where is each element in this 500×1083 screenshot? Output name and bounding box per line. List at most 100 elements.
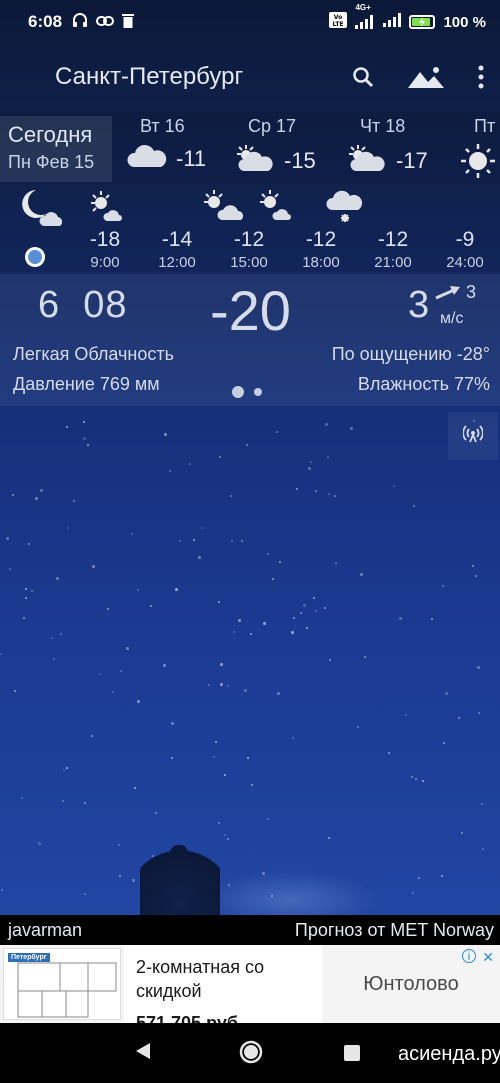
ad-info-icon[interactable]: i [462, 949, 476, 963]
star [87, 444, 89, 446]
sun-icon [460, 143, 496, 182]
daily-forecast[interactable]: Сегодня Пн Фев 15 Вт 16 -11 Ср 17 -15 Чт… [0, 112, 500, 184]
star [215, 741, 217, 743]
ad-title: 2-комнатная со скидкой [136, 957, 265, 1001]
star [198, 556, 201, 559]
star [14, 690, 16, 692]
hour-temp: -12 [233, 228, 265, 251]
star [230, 495, 232, 497]
page-indicator[interactable] [232, 386, 262, 398]
hour-time: 21:00 [374, 254, 412, 271]
star [291, 631, 294, 634]
current-conditions[interactable]: 6 08 -20 3 3 м/с Легкая Облачность По ощ… [0, 274, 500, 406]
star [53, 658, 55, 660]
hour-9: -18 9:00 [70, 184, 140, 271]
sun-cloud-icon [234, 143, 276, 178]
star [213, 756, 215, 758]
star [62, 800, 64, 802]
hour-time: 18:00 [302, 254, 340, 271]
ad-text[interactable]: 2-комнатная со скидкой 571 705 руб [124, 945, 322, 1023]
star [63, 769, 65, 771]
star [23, 617, 25, 619]
star [442, 585, 444, 587]
star [335, 562, 337, 564]
star [131, 533, 133, 535]
wind-unit: м/с [440, 310, 464, 327]
wind-direction-icon [434, 284, 462, 307]
star [137, 700, 140, 703]
ad-close-icon[interactable]: ✕ [482, 949, 494, 966]
star [303, 604, 306, 607]
current-temperature: -20 [210, 279, 291, 342]
star [92, 565, 95, 568]
star [99, 673, 101, 675]
hour-21: -12 21:00 [358, 184, 428, 271]
ad-banner[interactable]: Петербург 2-комнатная со скидкой 571 705… [0, 945, 500, 1023]
broadcast-icon [462, 424, 484, 448]
hour-24: -9 24:00 [430, 184, 500, 271]
floorplan-image[interactable]: Петербург [3, 948, 121, 1020]
day-wed[interactable]: Ср 17 -15 [234, 116, 316, 182]
star [73, 500, 75, 502]
day-thu[interactable]: Чт 18 -17 [346, 116, 428, 182]
back-icon[interactable] [134, 1041, 152, 1066]
star [360, 573, 363, 576]
search-icon[interactable] [352, 66, 374, 88]
star [313, 597, 315, 599]
ad-price: 571 705 руб [136, 1013, 238, 1023]
day-today[interactable]: Сегодня Пн Фев 15 [0, 116, 112, 182]
city-title[interactable]: Санкт-Петербург [55, 63, 243, 91]
star [35, 497, 38, 500]
page-dot-active [232, 386, 244, 398]
star [292, 737, 294, 739]
star [300, 612, 302, 614]
star [328, 493, 330, 495]
svg-text:LTE: LTE [333, 21, 344, 28]
star [189, 463, 191, 465]
today-label: Сегодня [8, 122, 93, 147]
moon-cloud-icon [14, 188, 63, 233]
forecast-source[interactable]: Прогноз от MET Norway [295, 920, 494, 941]
star [310, 461, 312, 463]
star [481, 803, 483, 805]
page-dot [254, 388, 262, 396]
star [263, 622, 266, 625]
star [112, 691, 114, 693]
photo-author[interactable]: javarman [8, 920, 82, 941]
cloud-icon [126, 143, 168, 174]
day-tue[interactable]: Вт 16 -11 [126, 116, 206, 182]
star [475, 575, 477, 577]
star [126, 647, 129, 650]
star [169, 470, 171, 472]
star [175, 588, 178, 591]
star [279, 561, 281, 563]
star [327, 456, 329, 458]
star [272, 578, 274, 580]
star [350, 427, 353, 430]
trash-icon [122, 13, 135, 32]
star [422, 780, 424, 782]
star [171, 722, 174, 725]
more-vert-icon[interactable] [478, 65, 484, 89]
star [388, 752, 390, 754]
hour-temp: -14 [161, 228, 193, 251]
star [411, 776, 413, 778]
home-icon[interactable] [238, 1039, 264, 1070]
recents-icon[interactable] [344, 1045, 360, 1061]
star [247, 757, 249, 759]
day-fri[interactable]: Пт [460, 116, 500, 182]
star [441, 875, 443, 877]
radar-button[interactable] [448, 412, 498, 460]
volte-icon: Vo LTE [329, 12, 348, 32]
landscape-icon[interactable] [408, 66, 444, 88]
star [315, 610, 317, 612]
star [324, 607, 326, 609]
hour-time: 12:00 [158, 254, 196, 271]
snow-cloud-icon [326, 186, 366, 231]
cathedral-dome [140, 840, 220, 915]
star [107, 608, 109, 610]
hourly-forecast[interactable]: -18 9:00 -14 12:00 -12 15:00 -12 18:00 -… [0, 184, 500, 272]
star [405, 714, 407, 716]
current-clock: 6 08 [38, 284, 128, 327]
star [218, 601, 220, 603]
